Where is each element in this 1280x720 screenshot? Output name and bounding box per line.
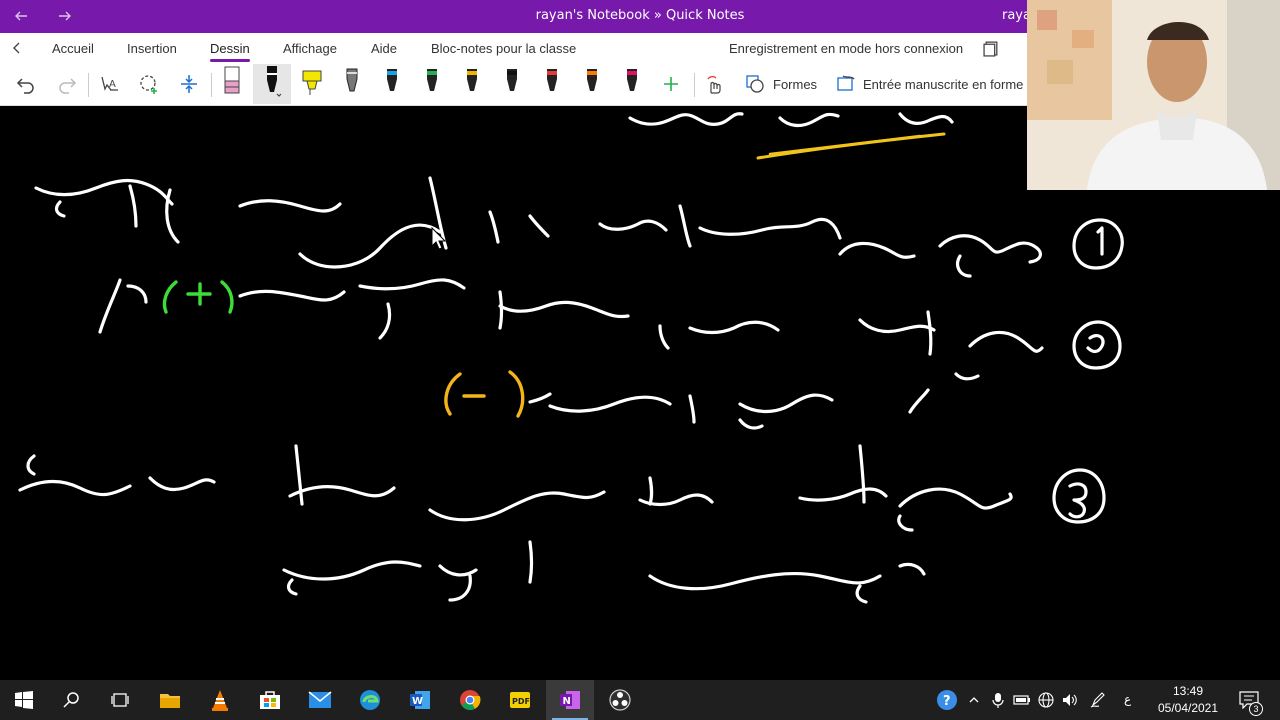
network-globe-icon[interactable] <box>1036 690 1056 710</box>
show-hidden-icons-chevron-icon[interactable] <box>964 690 984 710</box>
clock-time: 13:49 <box>1172 684 1204 698</box>
touch-draw-icon[interactable] <box>698 69 728 99</box>
redo-icon[interactable] <box>52 69 82 99</box>
toolbar-separator <box>694 73 695 97</box>
tab-bloc-notes-classe[interactable]: Bloc-notes pour la classe <box>431 41 576 56</box>
chevron-left-icon[interactable] <box>9 40 25 56</box>
toolbar-separator <box>88 73 89 97</box>
shapes-icon[interactable] <box>740 69 770 99</box>
webcam-overlay <box>1027 0 1280 190</box>
svg-text:?: ? <box>943 694 951 709</box>
ink-to-shape-icon[interactable] <box>831 69 861 99</box>
tab-accueil[interactable]: Accueil <box>52 41 94 56</box>
offline-status: Enregistrement en mode hors connexion <box>729 41 964 56</box>
highlighter-yellow-icon[interactable] <box>299 65 325 101</box>
notification-count-badge: 3 <box>1249 702 1263 716</box>
page-view-icon[interactable] <box>983 40 1000 57</box>
undo-icon[interactable] <box>11 69 41 99</box>
notebook-canvas[interactable] <box>0 106 1280 680</box>
highlighter-pink-icon[interactable] <box>219 65 245 101</box>
pen-workspace-icon[interactable] <box>1088 690 1108 710</box>
obs-studio-icon[interactable] <box>596 680 644 720</box>
search-icon[interactable] <box>48 680 96 720</box>
windows-start-icon[interactable] <box>0 680 48 720</box>
word-icon[interactable]: W <box>396 680 444 720</box>
windows-taskbar: W PDF N ? ع 13:49 05/04/2021 3 <box>0 680 1280 720</box>
pen-orange-icon[interactable] <box>459 65 485 101</box>
pdf-reader-icon[interactable]: PDF <box>496 680 544 720</box>
svg-text:PDF: PDF <box>512 697 530 706</box>
battery-icon[interactable] <box>1012 690 1032 710</box>
onenote-window: rayan's Notebook » Quick Notes rayan Acc… <box>0 0 1280 720</box>
input-language-indicator[interactable]: ع <box>1124 692 1131 706</box>
file-explorer-icon[interactable] <box>146 680 194 720</box>
pen-green-icon[interactable] <box>419 65 445 101</box>
mail-icon[interactable] <box>296 680 344 720</box>
pen-red-icon[interactable] <box>539 65 565 101</box>
microphone-icon[interactable] <box>988 690 1008 710</box>
yellow-underline <box>756 132 946 160</box>
tab-aide[interactable]: Aide <box>371 41 397 56</box>
ink-to-shape-label[interactable]: Entrée manuscrite en forme <box>863 77 1023 92</box>
clock-date: 05/04/2021 <box>1157 701 1219 715</box>
svg-text:W: W <box>412 696 423 707</box>
pen-black-icon[interactable] <box>499 65 525 101</box>
volume-icon[interactable] <box>1060 690 1080 710</box>
toolbar-separator <box>211 73 212 97</box>
system-clock[interactable]: 13:49 05/04/2021 <box>1150 683 1226 717</box>
chrome-icon[interactable] <box>446 680 494 720</box>
pen-black-selected-icon[interactable] <box>253 64 291 104</box>
task-view-icon[interactable] <box>96 680 144 720</box>
webcam-presenter-image <box>1027 0 1280 190</box>
tab-insertion[interactable]: Insertion <box>127 41 177 56</box>
add-space-icon[interactable] <box>174 69 204 99</box>
edge-browser-icon[interactable] <box>346 680 394 720</box>
type-select-icon[interactable]: A <box>94 69 124 99</box>
svg-text:A: A <box>109 79 116 90</box>
tab-dessin[interactable]: Dessin <box>210 41 250 62</box>
onenote-icon[interactable]: N <box>546 680 594 720</box>
vlc-icon[interactable] <box>196 680 244 720</box>
add-pen-icon[interactable] <box>656 69 686 99</box>
tab-affichage[interactable]: Affichage <box>283 41 337 56</box>
lasso-select-icon[interactable] <box>134 69 164 99</box>
help-icon[interactable]: ? <box>936 689 958 711</box>
pencil-gray-icon[interactable] <box>339 65 365 101</box>
svg-text:N: N <box>563 696 571 707</box>
pen-blue-icon[interactable] <box>379 65 405 101</box>
pen-dark-orange-icon[interactable] <box>579 65 605 101</box>
microsoft-store-icon[interactable] <box>246 680 294 720</box>
shapes-label[interactable]: Formes <box>773 77 817 92</box>
pen-magenta-icon[interactable] <box>619 65 645 101</box>
